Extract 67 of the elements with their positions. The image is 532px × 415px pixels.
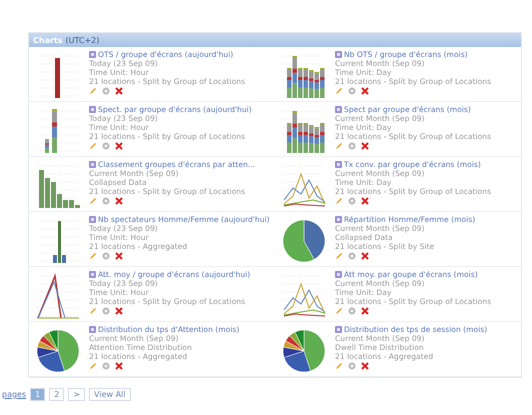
delete-icon[interactable] [361, 142, 369, 150]
next-page-button[interactable]: > [68, 388, 86, 401]
settings-icon[interactable] [348, 142, 356, 150]
pencil-icon[interactable] [89, 87, 97, 95]
pencil-icon[interactable] [335, 87, 343, 95]
delete-icon[interactable] [361, 362, 369, 370]
pencil-icon[interactable] [335, 197, 343, 205]
delete-icon[interactable] [361, 87, 369, 95]
pencil-icon[interactable] [335, 307, 343, 315]
page-button[interactable]: 2 [49, 388, 64, 401]
chart-thumbnail-drawing[interactable] [282, 276, 326, 316]
chart-thumbnail-drawing[interactable] [36, 56, 80, 98]
pages-link[interactable]: pages [2, 390, 26, 399]
chart-thumbnail-drawing[interactable] [282, 330, 326, 372]
chart-thumbnail-drawing[interactable] [282, 56, 326, 98]
pencil-icon[interactable] [89, 142, 97, 150]
delete-icon[interactable] [115, 307, 123, 315]
settings-icon[interactable] [348, 87, 356, 95]
chart-icon [335, 161, 342, 168]
settings-icon[interactable] [348, 307, 356, 315]
chart-thumbnail-drawing[interactable] [36, 220, 80, 263]
settings-icon[interactable] [102, 142, 110, 150]
settings-icon[interactable] [102, 362, 110, 370]
pencil-icon[interactable] [335, 142, 343, 150]
settings-icon[interactable] [102, 307, 110, 315]
chart-thumbnail-drawing[interactable] [282, 166, 326, 206]
settings-icon[interactable] [102, 87, 110, 95]
settings-icon[interactable] [102, 252, 110, 260]
delete-icon[interactable] [361, 197, 369, 205]
pencil-icon[interactable] [335, 362, 343, 370]
chart-icon [89, 51, 96, 58]
settings-icon[interactable] [348, 252, 356, 260]
chart-icon [335, 216, 342, 223]
pencil-icon[interactable] [89, 307, 97, 315]
chart-icon [89, 271, 96, 278]
pencil-icon[interactable] [335, 252, 343, 260]
chart-icon [89, 326, 96, 333]
chart-icon [89, 161, 96, 168]
delete-icon[interactable] [361, 252, 369, 260]
delete-icon[interactable] [115, 87, 123, 95]
chart-thumbnail-drawing[interactable] [36, 273, 80, 318]
chart-icon [335, 106, 342, 113]
settings-icon[interactable] [348, 197, 356, 205]
chart-thumbnail-drawing[interactable] [282, 220, 326, 262]
delete-icon[interactable] [115, 252, 123, 260]
pencil-icon[interactable] [89, 197, 97, 205]
settings-icon[interactable] [348, 362, 356, 370]
chart-thumbnail-drawing[interactable] [36, 166, 80, 208]
delete-icon[interactable] [115, 142, 123, 150]
page-button[interactable]: 1 [30, 388, 46, 401]
delete-icon[interactable] [115, 362, 123, 370]
pencil-icon[interactable] [89, 252, 97, 260]
delete-icon[interactable] [115, 197, 123, 205]
chart-icon [89, 216, 96, 223]
chart-thumbnail-drawing[interactable] [36, 330, 80, 372]
panel-title: Charts [33, 36, 62, 44]
chart-icon [335, 326, 342, 333]
settings-icon[interactable] [102, 197, 110, 205]
pencil-icon[interactable] [89, 362, 97, 370]
timezone-label: (UTC+2) [66, 36, 100, 44]
chart-thumbnail-drawing[interactable] [282, 110, 326, 153]
chart-thumbnail-drawing[interactable] [36, 109, 80, 153]
delete-icon[interactable] [361, 307, 369, 315]
chart-icon [89, 106, 96, 113]
view-all-button[interactable]: View All [89, 388, 130, 401]
chart-icon [335, 271, 342, 278]
chart-icon [335, 51, 342, 58]
